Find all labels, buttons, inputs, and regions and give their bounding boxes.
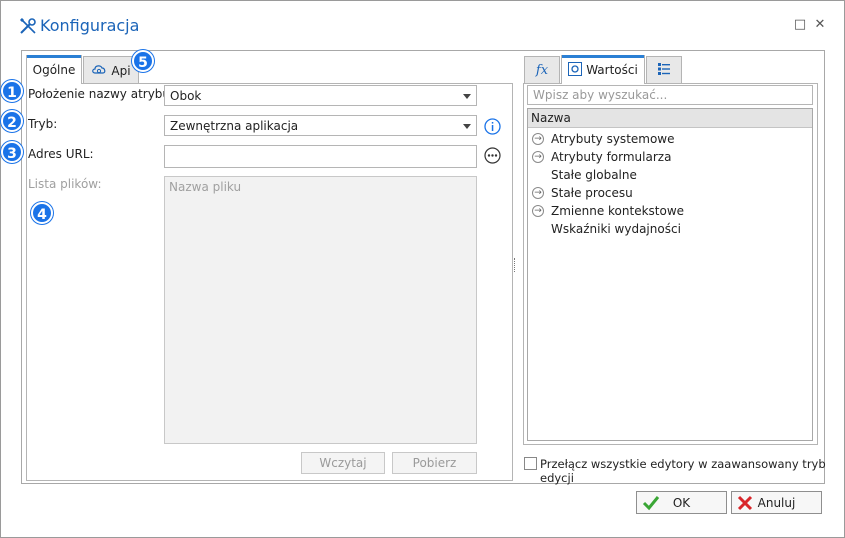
tools-icon — [18, 16, 38, 36]
expand-arrow-icon[interactable]: → — [532, 205, 544, 217]
tab-api[interactable]: Api — [83, 56, 139, 84]
search-placeholder: Wpisz aby wyszukać... — [533, 88, 668, 102]
tree-item-system-attributes[interactable]: → Atrybuty systemowe — [532, 130, 675, 148]
expand-arrow-icon[interactable]: → — [532, 187, 544, 199]
tab-general[interactable]: Ogólne — [26, 55, 82, 84]
callout-badge-5: 5 — [132, 50, 154, 72]
cancel-x-icon — [736, 494, 754, 515]
tree-item-label: Atrybuty formularza — [551, 150, 672, 164]
tab-general-label: Ogólne — [32, 63, 76, 77]
tree-column-header: Nazwa — [528, 109, 812, 128]
callout-badge-1: 1 — [1, 80, 23, 102]
url-input[interactable] — [164, 145, 477, 168]
position-label: Położenie nazwy atrybutu: — [28, 87, 187, 101]
load-button[interactable]: Wczytaj — [301, 452, 385, 474]
tree-item-label: Wskaźniki wydajności — [551, 222, 681, 236]
ok-button[interactable]: OK — [636, 491, 727, 514]
function-icon: fx — [535, 63, 549, 78]
close-button[interactable]: ✕ — [813, 18, 827, 32]
cancel-label: Anuluj — [757, 495, 796, 510]
tree-column-label: Nazwa — [531, 111, 571, 125]
mode-select[interactable]: Zewnętrzna aplikacja — [164, 115, 477, 136]
cancel-button[interactable]: Anuluj — [731, 491, 822, 514]
expand-arrow-icon[interactable]: → — [532, 151, 544, 163]
tab-functions[interactable]: fx — [524, 56, 560, 84]
maximize-button[interactable]: □ — [793, 18, 807, 32]
tree-item-label: Stałe procesu — [551, 186, 633, 200]
values-icon — [568, 61, 583, 79]
mode-label: Tryb: — [28, 117, 58, 131]
tree-item-context-variables[interactable]: → Zmienne kontekstowe — [532, 202, 684, 220]
position-select[interactable]: Obok — [164, 85, 477, 106]
tree-item-form-attributes[interactable]: → Atrybuty formularza — [532, 148, 671, 166]
tab-values-label: Wartości — [586, 63, 638, 77]
ok-label: OK — [672, 495, 691, 510]
tab-list[interactable] — [646, 56, 682, 84]
more-options-icon[interactable] — [484, 147, 501, 164]
tree-item-label: Zmienne kontekstowe — [551, 204, 685, 218]
tab-api-label: Api — [111, 63, 131, 78]
cloud-gear-icon — [91, 62, 107, 79]
position-value: Obok — [170, 88, 202, 103]
mode-value: Zewnętrzna aplikacja — [170, 118, 299, 133]
advanced-mode-label: Przełącz wszystkie edytory w zaawansowan… — [540, 457, 826, 485]
values-tree: Nazwa → Atrybuty systemowe → Atrybuty fo… — [527, 108, 813, 441]
splitter-handle[interactable] — [514, 258, 516, 272]
callout-badge-4: 4 — [31, 202, 53, 224]
callout-badge-3: 3 — [1, 141, 23, 163]
files-column-header: Nazwa pliku — [169, 180, 242, 194]
files-label: Lista plików: — [28, 177, 102, 191]
tab-values[interactable]: Wartości — [561, 55, 645, 84]
tree-item-label: Stałe globalne — [551, 168, 637, 182]
expand-arrow-icon[interactable]: → — [532, 133, 544, 145]
tree-item-process-constants[interactable]: → Stałe procesu — [532, 184, 633, 202]
tree-item-global-constants[interactable]: Stałe globalne — [532, 166, 637, 184]
url-label: Adres URL: — [28, 147, 94, 161]
files-list: Nazwa pliku — [164, 176, 477, 444]
download-button[interactable]: Pobierz — [392, 452, 477, 474]
chevron-down-icon — [463, 94, 471, 99]
advanced-mode-checkbox[interactable] — [524, 457, 537, 470]
search-input[interactable]: Wpisz aby wyszukać... — [527, 85, 813, 105]
checkmark-icon — [642, 494, 660, 515]
tree-item-label: Atrybuty systemowe — [551, 132, 675, 146]
chevron-down-icon — [463, 124, 471, 129]
list-icon — [657, 62, 671, 79]
window-title: Konfiguracja — [40, 16, 140, 35]
info-icon[interactable] — [484, 118, 501, 135]
callout-badge-2: 2 — [1, 110, 23, 132]
tree-item-kpis[interactable]: Wskaźniki wydajności — [532, 220, 681, 238]
